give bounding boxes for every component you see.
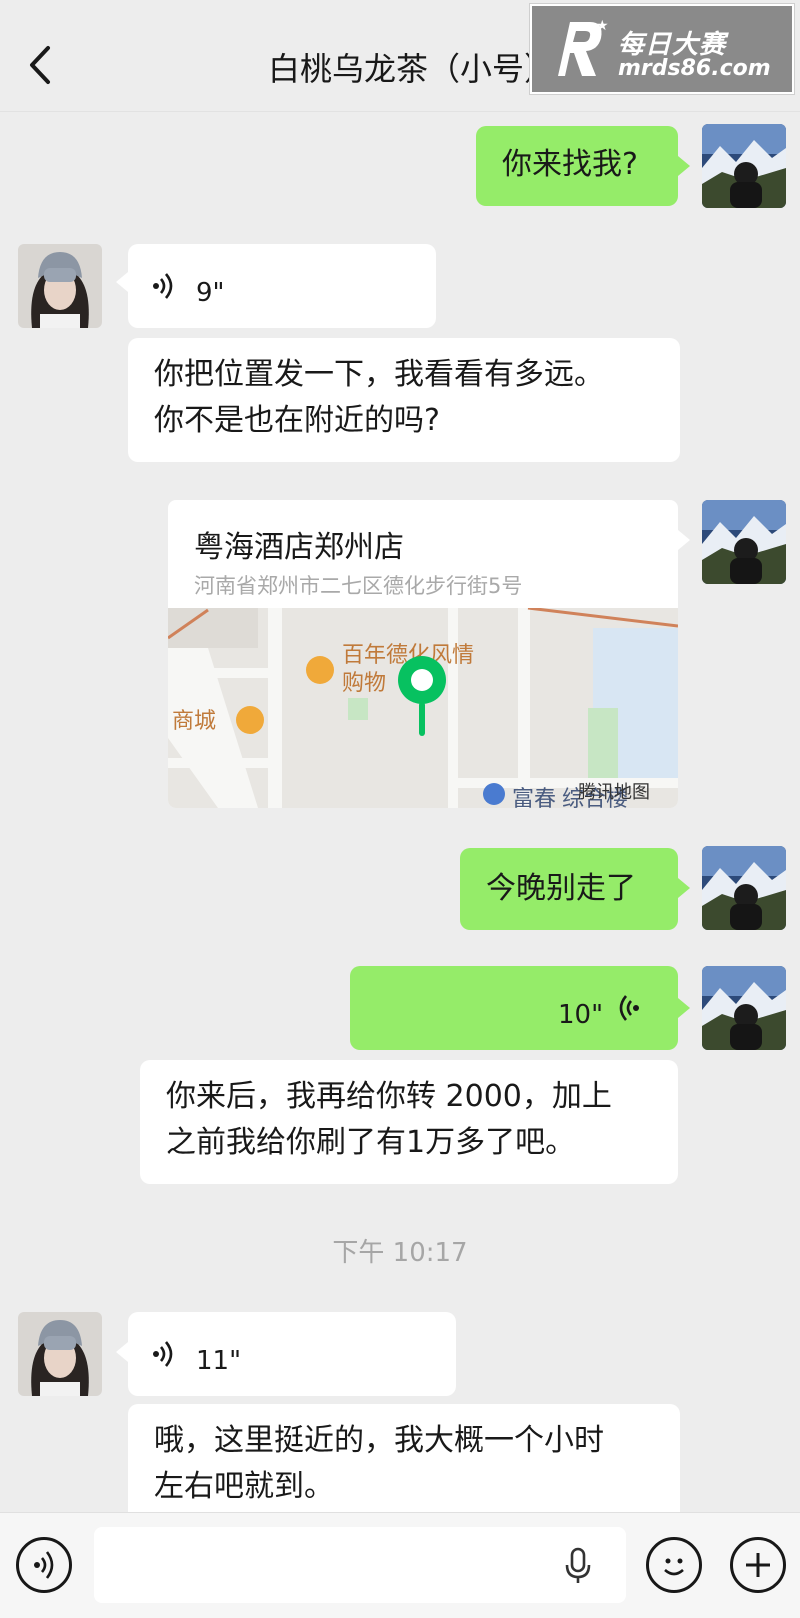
message-text-line: 左右吧就到。 xyxy=(154,1469,334,1504)
message-bubble[interactable]: 哦，这里挺近的，我大概一个小时 左右吧就到。 xyxy=(128,1404,680,1528)
message-text: 你来找我? xyxy=(502,147,638,182)
avatar-image xyxy=(702,500,786,584)
voice-message[interactable]: 10" xyxy=(350,966,678,1050)
plus-icon xyxy=(746,1553,770,1577)
map-poi-label: 富春 xyxy=(512,787,556,808)
map-image: 百年德化风情 购物 商城 富春 综合楼 腾讯地图 xyxy=(168,606,678,808)
map-poi-label: 购物 xyxy=(342,671,386,696)
location-name: 粤海酒店郑州店 xyxy=(194,530,404,565)
contact-avatar[interactable] xyxy=(18,1312,102,1396)
message-bubble[interactable]: 今晚别走了 xyxy=(460,848,678,930)
my-avatar[interactable] xyxy=(702,500,786,584)
message-text-line: 你来后，我再给你转 2000，加上 xyxy=(166,1079,612,1114)
back-button[interactable] xyxy=(22,40,62,90)
voice-wave-icon xyxy=(619,995,639,1021)
voice-icon xyxy=(34,1551,54,1579)
bubble-tail xyxy=(116,272,128,292)
bubble-tail xyxy=(116,1342,128,1362)
message-text-line: 哦，这里挺近的，我大概一个小时 xyxy=(154,1423,604,1458)
avatar-image xyxy=(702,124,786,208)
message-text: 今晚别走了 xyxy=(486,871,636,906)
avatar-image xyxy=(18,1312,102,1396)
my-avatar[interactable] xyxy=(702,124,786,208)
contact-avatar[interactable] xyxy=(18,244,102,328)
composer-bar xyxy=(0,1512,800,1618)
mic-icon[interactable] xyxy=(564,1547,592,1585)
svg-text:★: ★ xyxy=(596,18,608,34)
message-bubble[interactable]: 你把位置发一下，我看看有多远。 你不是也在附近的吗? xyxy=(128,338,680,462)
message-text-line: 你不是也在附近的吗? xyxy=(154,403,440,438)
emoji-button[interactable] xyxy=(646,1537,702,1593)
timestamp: 下午 10:17 xyxy=(332,1238,468,1268)
voice-message[interactable]: 9" xyxy=(128,244,436,328)
emoji-icon xyxy=(664,1558,684,1576)
avatar-image xyxy=(702,846,786,930)
message-text-line: 你把位置发一下，我看看有多远。 xyxy=(154,357,604,392)
bubble-tail xyxy=(678,156,690,176)
voice-wave-icon xyxy=(153,273,173,299)
voice-duration: 11" xyxy=(196,1346,242,1376)
chat-title: 白桃乌龙茶（小号） xyxy=(268,50,557,88)
avatar-image xyxy=(702,966,786,1050)
location-card[interactable]: 粤海酒店郑州店 河南省郑州市二七区德化步行街5号 百年德化风情 购物 商城 富春 xyxy=(168,500,678,808)
watermark-domain: mrds86.com xyxy=(618,56,771,81)
message-input[interactable] xyxy=(94,1527,626,1603)
bubble-tail xyxy=(678,530,690,550)
voice-duration: 10" xyxy=(558,1000,604,1030)
voice-wave-icon xyxy=(153,1341,173,1367)
message-bubble[interactable]: 你来找我? xyxy=(476,126,678,206)
voice-duration: 9" xyxy=(196,278,225,308)
watermark-logo-icon: ★ xyxy=(558,18,608,76)
map-provider-label: 腾讯地图 xyxy=(578,782,650,803)
chevron-left-icon xyxy=(30,46,50,84)
my-avatar[interactable] xyxy=(702,966,786,1050)
map-poi-label: 商城 xyxy=(172,709,216,734)
my-avatar[interactable] xyxy=(702,846,786,930)
watermark: ★ 每日大赛 mrds86.com xyxy=(529,3,795,95)
location-address: 河南省郑州市二七区德化步行街5号 xyxy=(194,574,523,598)
bubble-tail xyxy=(678,878,690,898)
voice-input-button[interactable] xyxy=(16,1537,72,1593)
voice-message[interactable]: 11" xyxy=(128,1312,456,1396)
more-button[interactable] xyxy=(730,1537,786,1593)
message-text-line: 之前我给你刷了有1万多了吧。 xyxy=(166,1125,576,1160)
avatar-image xyxy=(18,244,102,328)
message-bubble[interactable]: 你来后，我再给你转 2000，加上 之前我给你刷了有1万多了吧。 xyxy=(140,1060,678,1184)
bubble-tail xyxy=(678,998,690,1018)
location-map[interactable]: 百年德化风情 购物 商城 富春 综合楼 腾讯地图 xyxy=(168,606,678,808)
